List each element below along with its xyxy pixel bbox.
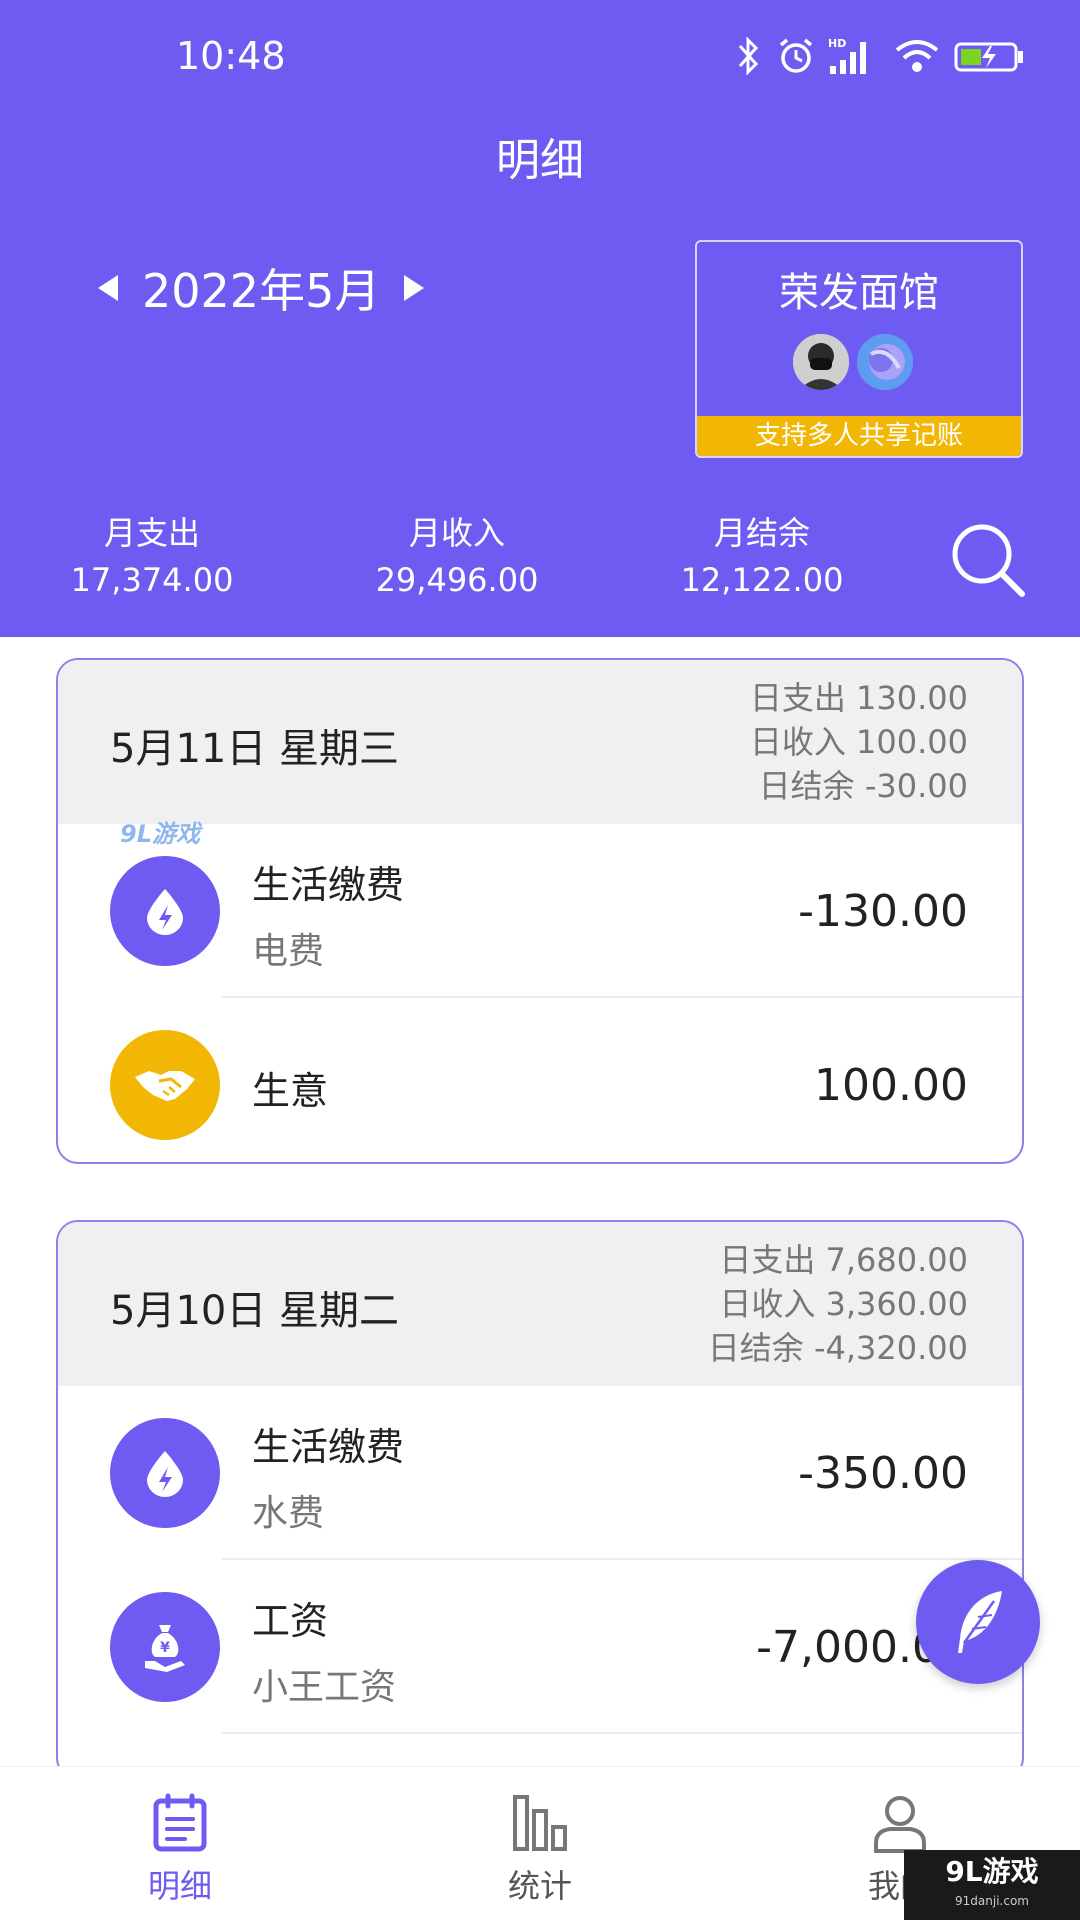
transaction-category: 工资 [252,1599,329,1643]
list-icon [153,1793,207,1852]
day-income: 日收入 3,360.00 [719,1285,968,1323]
hd-badge: HD [828,37,846,50]
day-income: 日收入 100.00 [749,723,968,761]
tab-statistics[interactable]: 统计 [440,1767,640,1921]
transaction-category: 生活缴费 [252,1425,405,1469]
transaction-category: 生活缴费 [252,863,405,907]
status-time: 10:48 [176,34,286,78]
prev-month-button[interactable] [88,258,128,318]
monthly-balance-label: 月结余 [713,514,810,552]
search-icon [952,524,1025,597]
avatar [857,334,913,390]
feather-icon [958,1591,1002,1653]
transaction-amount: -350.00 [798,1448,968,1499]
transaction-category: 生意 [252,1069,329,1113]
utility-drop-icon [110,1418,220,1528]
page-title: 明细 [496,135,584,186]
transaction-amount: 100.00 [814,1060,968,1111]
day-date: 5月11日 星期三 [110,726,400,772]
tab-label: 统计 [507,1867,572,1905]
transaction-row[interactable]: 生意 100.00 [58,998,1022,1162]
transaction-row[interactable]: 生活缴费 电费 -130.00 [58,824,1022,998]
status-icons: HD [736,36,1036,80]
monthly-income-label: 月收入 [408,514,505,552]
month-label[interactable]: 2022年5月 [142,255,380,321]
wifi-icon [895,40,939,72]
transaction-row[interactable]: ¥ 工资 小王工资 -7,000.00 [58,1560,1022,1734]
utility-drop-icon [110,856,220,966]
ledger-banner: 支持多人共享记账 [697,416,1021,456]
day-header: 5月11日 星期三 日支出 130.00 日收入 100.00 日结余 -30.… [58,660,1022,824]
day-expense: 日支出 130.00 [749,679,968,717]
next-month-button[interactable] [394,258,434,318]
day-card: 5月11日 星期三 日支出 130.00 日收入 100.00 日结余 -30.… [56,658,1024,1164]
watermark: 9L游戏 91danji.com [904,1850,1080,1920]
signal-icon: HD [828,37,866,74]
day-balance: 日结余 -30.00 [758,767,968,805]
day-stats: 日支出 7,680.00 日收入 3,360.00 日结余 -4,320.00 [708,1238,968,1370]
monthly-expense: 月支出 17,374.00 [42,510,262,604]
monthly-income: 月收入 29,496.00 [347,510,567,604]
ledger-name: 荣发面馆 [779,270,939,316]
tab-details[interactable]: 明细 [80,1767,280,1921]
triangle-right-icon [404,275,425,301]
avatar [793,334,849,390]
handshake-icon [110,1030,220,1140]
battery-icon [954,42,1023,72]
alarm-icon [779,38,813,73]
person-icon [874,1796,926,1853]
divider [222,1732,1022,1734]
header: 10:48 HD 明细 2022年5月 荣发面馆 支持多人共享记账 月支出 17… [0,0,1080,637]
monthly-expense-value: 17,374.00 [70,561,234,599]
day-stats: 日支出 130.00 日收入 100.00 日结余 -30.00 [750,676,968,808]
transaction-row[interactable]: 生活缴费 水费 -350.00 [58,1386,1022,1560]
search-button[interactable] [948,520,1028,600]
add-record-button[interactable] [916,1560,1040,1684]
monthly-expense-label: 月支出 [103,514,200,552]
transaction-note: 电费 [252,931,325,972]
svg-text:¥: ¥ [160,1640,170,1656]
watermark-main: 9L游戏 [945,1855,1039,1888]
watermark-url: 91danji.com [955,1894,1029,1908]
transaction-note: 小王工资 [252,1667,397,1708]
bluetooth-icon [738,36,759,76]
day-date: 5月10日 星期二 [110,1288,400,1334]
transaction-note: 水费 [252,1493,325,1534]
monthly-income-value: 29,496.00 [375,561,539,599]
tab-label: 明细 [147,1867,212,1905]
watermark-logo: 9L游戏 [120,820,200,848]
day-card: 5月10日 星期二 日支出 7,680.00 日收入 3,360.00 日结余 … [56,1220,1024,1780]
shared-ledger-card[interactable]: 荣发面馆 支持多人共享记账 [695,240,1023,458]
bar-chart-icon [513,1795,567,1851]
day-expense: 日支出 7,680.00 [719,1241,968,1279]
monthly-balance: 月结余 12,122.00 [652,510,872,604]
month-nav: 2022年5月 [88,258,434,318]
day-balance: 日结余 -4,320.00 [707,1329,968,1367]
monthly-balance-value: 12,122.00 [680,561,844,599]
day-header: 5月10日 星期二 日支出 7,680.00 日收入 3,360.00 日结余 … [58,1222,1022,1386]
triangle-left-icon [98,275,118,301]
money-bag-icon: ¥ [110,1592,220,1702]
transaction-amount: -130.00 [798,886,968,937]
